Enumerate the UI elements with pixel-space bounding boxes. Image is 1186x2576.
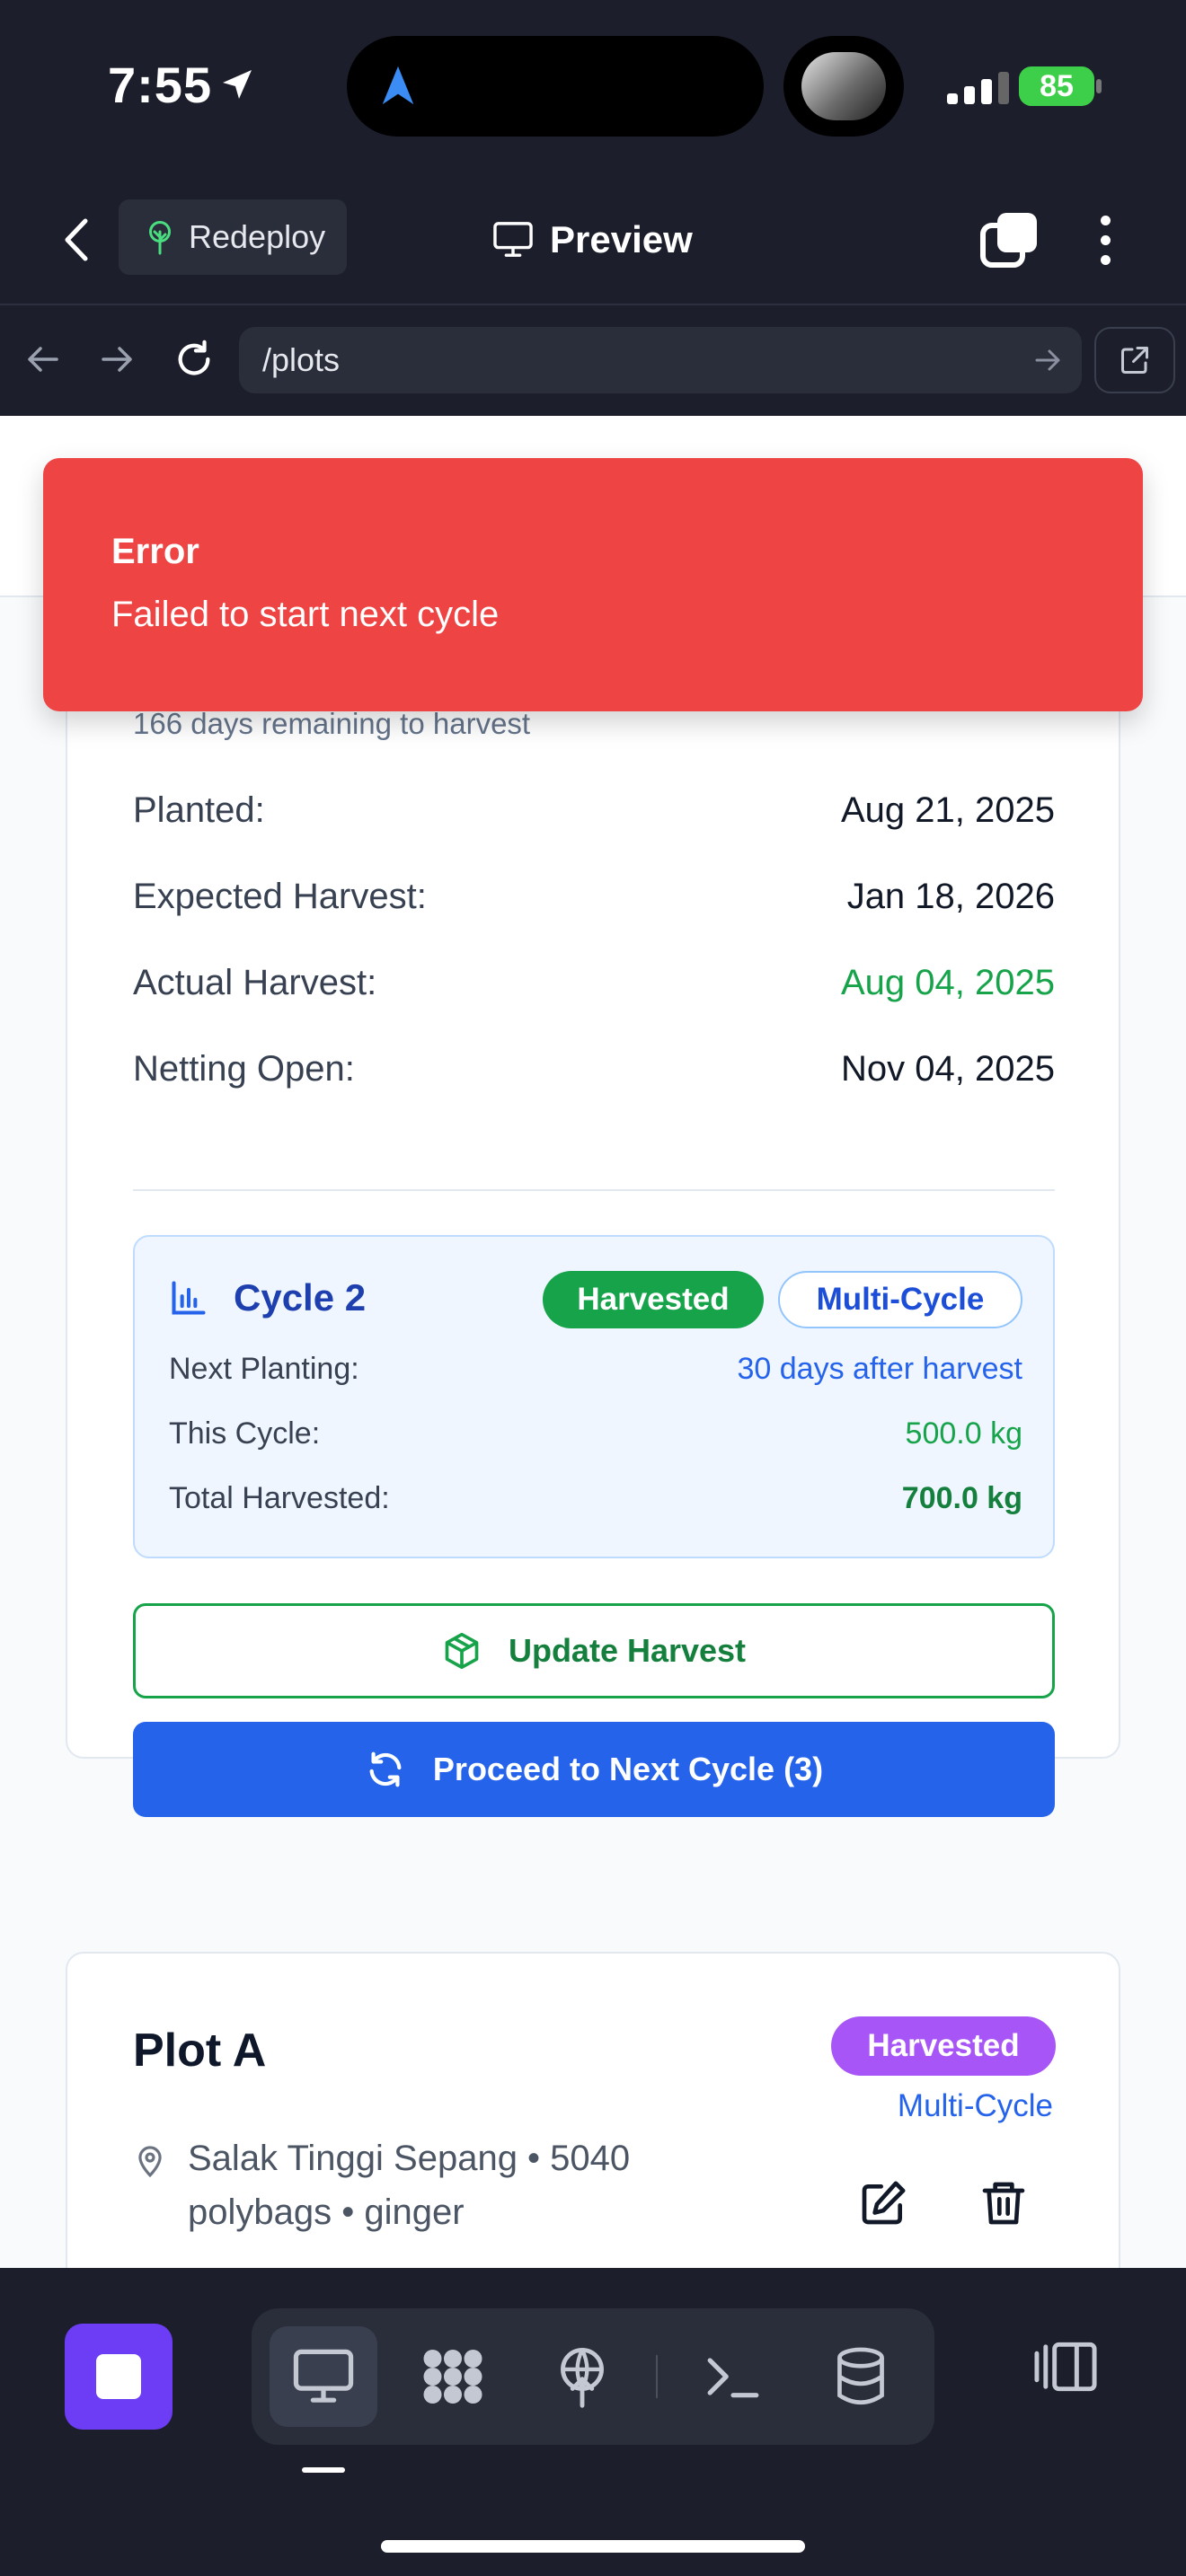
- cycle-summary: Cycle 2 Harvested Multi-Cycle Next Plant…: [133, 1235, 1055, 1558]
- browser-forward-button[interactable]: [90, 332, 144, 386]
- divider: [133, 1189, 1055, 1191]
- stop-icon: [96, 2354, 141, 2399]
- cycle-row-next-planting: Next Planting: 30 days after harvest: [169, 1352, 1022, 1386]
- battery-indicator: 85: [1019, 66, 1094, 106]
- layers-tool-button[interactable]: [399, 2326, 507, 2427]
- monitor-icon: [493, 222, 533, 257]
- database-tool-button[interactable]: [807, 2326, 915, 2427]
- plot-card-a[interactable]: Plot A Harvested Multi-Cycle Salak Tingg…: [66, 1952, 1120, 2268]
- status-time: 7:55: [108, 57, 213, 113]
- now-playing-thumbnail: [783, 36, 904, 137]
- update-harvest-button[interactable]: Update Harvest: [133, 1603, 1055, 1698]
- preview-tool-button[interactable]: [270, 2326, 377, 2427]
- tabs-icon[interactable]: [979, 209, 1040, 270]
- battery-level: 85: [1040, 68, 1074, 103]
- plot-card: 166 days remaining to harvest Planted: A…: [66, 542, 1120, 1817]
- days-remaining: 166 days remaining to harvest: [133, 707, 531, 740]
- cycle-icon: [369, 1751, 402, 1787]
- trash-icon[interactable]: [978, 2178, 1029, 2228]
- arrow-left-icon: [28, 347, 58, 372]
- info-row-actual-harvest: Actual Harvest: Aug 04, 2025: [133, 963, 1055, 1002]
- edit-icon[interactable]: [858, 2178, 908, 2228]
- update-harvest-label: Update Harvest: [508, 1632, 747, 1669]
- browser-toolbar: /plots: [0, 305, 1186, 416]
- cycle-type-badge: Multi-Cycle: [778, 1271, 1022, 1328]
- plot-type-label: Multi-Cycle: [897, 2088, 1053, 2123]
- redeploy-label: Redeploy: [189, 218, 326, 255]
- navigation-icon: [382, 66, 414, 105]
- info-row-expected-harvest: Expected Harvest: Jan 18, 2026: [133, 877, 1055, 916]
- info-row-netting-open: Netting Open: Nov 04, 2025: [133, 1049, 1055, 1089]
- stop-button[interactable]: [65, 2324, 173, 2430]
- plot-status-badge: Harvested: [831, 2016, 1056, 2076]
- arrow-right-icon: [102, 347, 132, 372]
- error-toast[interactable]: Error Failed to start next cycle: [43, 458, 1143, 711]
- preview-label: Preview: [550, 218, 693, 260]
- toast-message: Failed to start next cycle: [111, 595, 500, 634]
- url-go-icon[interactable]: [1033, 346, 1062, 375]
- deploy-tool-button[interactable]: [528, 2326, 636, 2427]
- more-vertical-icon[interactable]: [1078, 209, 1132, 270]
- terminal-icon: [707, 2358, 759, 2398]
- layers-icon: [423, 2350, 482, 2404]
- redeploy-button[interactable]: Redeploy: [119, 199, 347, 275]
- terminal-tool-button[interactable]: [679, 2326, 787, 2427]
- plot-title: Plot A: [133, 2025, 267, 2077]
- next-cycle-label: Proceed to Next Cycle (3): [432, 1751, 824, 1787]
- bottom-dock: [0, 2268, 1186, 2576]
- cycle-status-badge: Harvested: [543, 1271, 764, 1328]
- app-header: Redeploy Preview: [0, 175, 1186, 305]
- cycle-row-this-cycle: This Cycle: 500.0 kg: [169, 1416, 1022, 1451]
- status-bar: 7:55 85: [0, 0, 1186, 175]
- info-row-planted: Planted: Aug 21, 2025: [133, 790, 1055, 830]
- url-text: /plots: [262, 341, 341, 378]
- refresh-icon: [178, 340, 210, 375]
- package-icon: [445, 1632, 479, 1670]
- back-chevron-icon: [65, 218, 88, 261]
- next-cycle-button[interactable]: Proceed to Next Cycle (3): [133, 1722, 1055, 1817]
- monitor-icon: [293, 2349, 354, 2403]
- location-arrow-icon: [223, 70, 252, 99]
- toast-title: Error: [111, 532, 199, 571]
- signal-icon: [947, 72, 1009, 104]
- cycle-title: Cycle 2: [234, 1276, 367, 1319]
- active-tab-indicator: [302, 2467, 345, 2473]
- home-indicator: [381, 2540, 805, 2553]
- url-bar[interactable]: /plots: [239, 327, 1082, 393]
- cycle-row-total-harvested: Total Harvested: 700.0 kg: [169, 1481, 1022, 1515]
- panel-icon: [1034, 2342, 1097, 2392]
- bar-chart-icon: [172, 1281, 206, 1315]
- preview-title: Preview: [492, 211, 693, 269]
- reload-button[interactable]: [167, 332, 221, 386]
- external-link-icon: [1121, 347, 1148, 374]
- map-pin-icon: [138, 2146, 162, 2178]
- deploy-icon: [561, 2347, 604, 2408]
- open-external-button[interactable]: [1094, 327, 1175, 393]
- panel-toggle-button[interactable]: [1030, 2331, 1102, 2403]
- database-icon: [837, 2347, 884, 2405]
- back-button[interactable]: [50, 211, 101, 269]
- plot-location: Salak Tinggi Sepang • 5040 polybags • gi…: [188, 2139, 631, 2232]
- tree-icon: [149, 221, 171, 255]
- tool-group: [252, 2308, 934, 2445]
- browser-back-button[interactable]: [16, 332, 70, 386]
